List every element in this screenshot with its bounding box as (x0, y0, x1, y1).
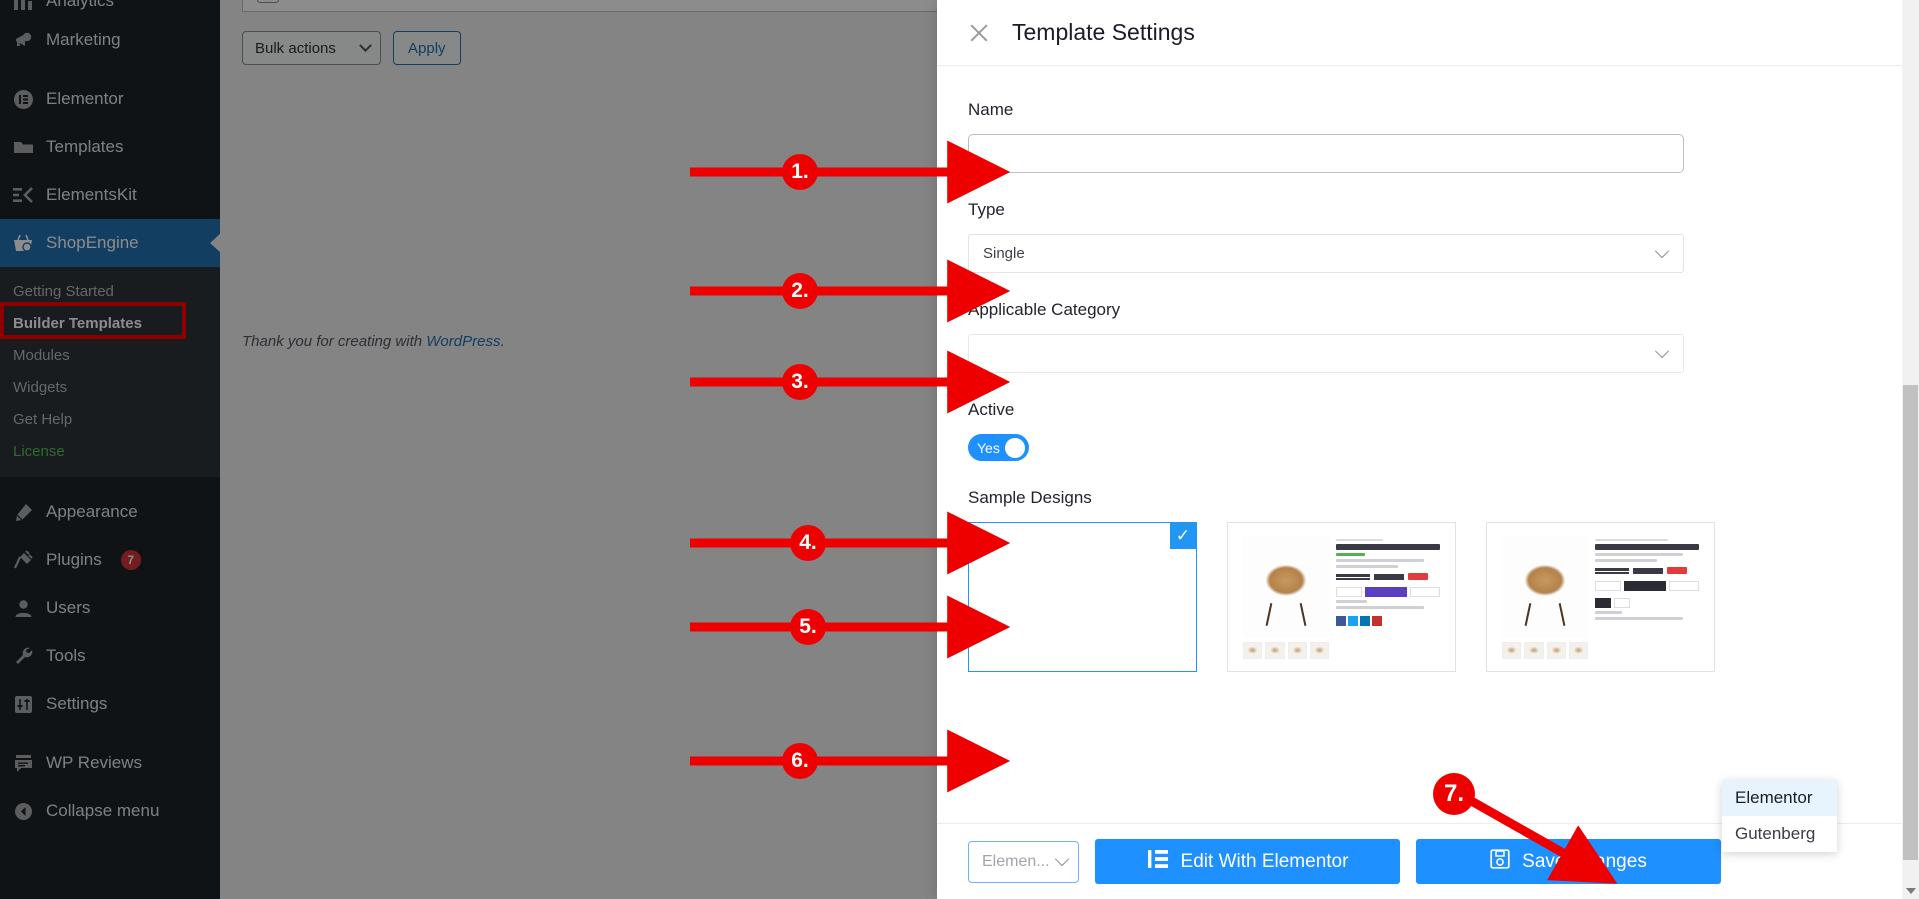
panel-header: Template Settings (937, 0, 1919, 66)
page-scrollbar[interactable] (1902, 0, 1919, 899)
save-changes-button[interactable]: Save Changes (1416, 839, 1721, 884)
close-icon[interactable] (968, 22, 990, 44)
dropdown-option-gutenberg[interactable]: Gutenberg (1722, 816, 1837, 852)
chevron-down-icon (1054, 851, 1070, 866)
design-thumbnail (1494, 530, 1707, 664)
panel-body: Name Type Single Applicable Category Act… (937, 66, 1919, 823)
active-toggle-label: Yes (977, 439, 1000, 456)
screen-root: Analytics Marketing Elementor Templates (0, 0, 1919, 899)
chevron-down-icon (1654, 343, 1670, 358)
page-scroll-down-arrow-icon[interactable] (1902, 882, 1919, 899)
active-label: Active (968, 400, 1015, 419)
chevron-down-icon (1654, 243, 1670, 258)
page-scrollbar-thumb[interactable] (1903, 385, 1918, 860)
edit-with-elementor-button[interactable]: Edit With Elementor (1095, 839, 1400, 884)
field-sample-designs: Sample Designs ✓ (968, 488, 1879, 672)
design-thumbnail (1235, 530, 1448, 664)
option-label: Gutenberg (1735, 824, 1816, 843)
edit-button-label: Edit With Elementor (1180, 850, 1349, 872)
category-select[interactable] (968, 334, 1684, 373)
elementor-list-icon (1147, 849, 1169, 875)
floppy-disk-icon (1490, 848, 1510, 875)
toggle-knob (1005, 437, 1025, 458)
type-select[interactable]: Single (968, 234, 1684, 273)
product-image-mock (1502, 535, 1588, 638)
field-name: Name (968, 100, 1879, 173)
active-toggle[interactable]: Yes (968, 434, 1029, 461)
design-card-layout-1[interactable] (1227, 522, 1456, 672)
editor-select-value: Elemen... (982, 852, 1050, 870)
name-input[interactable] (968, 134, 1684, 173)
option-label: Elementor (1735, 788, 1813, 807)
sample-designs-row: ✓ (968, 522, 1879, 672)
type-select-value: Single (983, 245, 1025, 262)
product-thumbnails-mock (1502, 642, 1588, 659)
editor-select[interactable]: Elemen... (968, 840, 1079, 883)
field-active: Active Yes (968, 400, 1879, 461)
dropdown-option-elementor[interactable]: Elementor (1722, 780, 1837, 816)
product-thumbnails-mock (1243, 642, 1329, 659)
editor-dropdown-menu: Elementor Gutenberg (1722, 780, 1837, 852)
designs-label: Sample Designs (968, 488, 1092, 507)
category-label: Applicable Category (968, 300, 1121, 319)
design-card-blank[interactable]: ✓ (968, 522, 1197, 672)
field-applicable-category: Applicable Category (968, 300, 1879, 373)
field-type: Type Single (968, 200, 1879, 273)
template-settings-panel: Template Settings Name Type Single Appli… (937, 0, 1919, 899)
type-label: Type (968, 200, 1005, 219)
product-image-mock (1243, 535, 1329, 638)
name-label: Name (968, 100, 1014, 119)
design-card-layout-2[interactable] (1486, 522, 1715, 672)
panel-title: Template Settings (1012, 19, 1195, 45)
save-button-label: Save Changes (1522, 850, 1647, 872)
check-icon: ✓ (1170, 523, 1196, 549)
